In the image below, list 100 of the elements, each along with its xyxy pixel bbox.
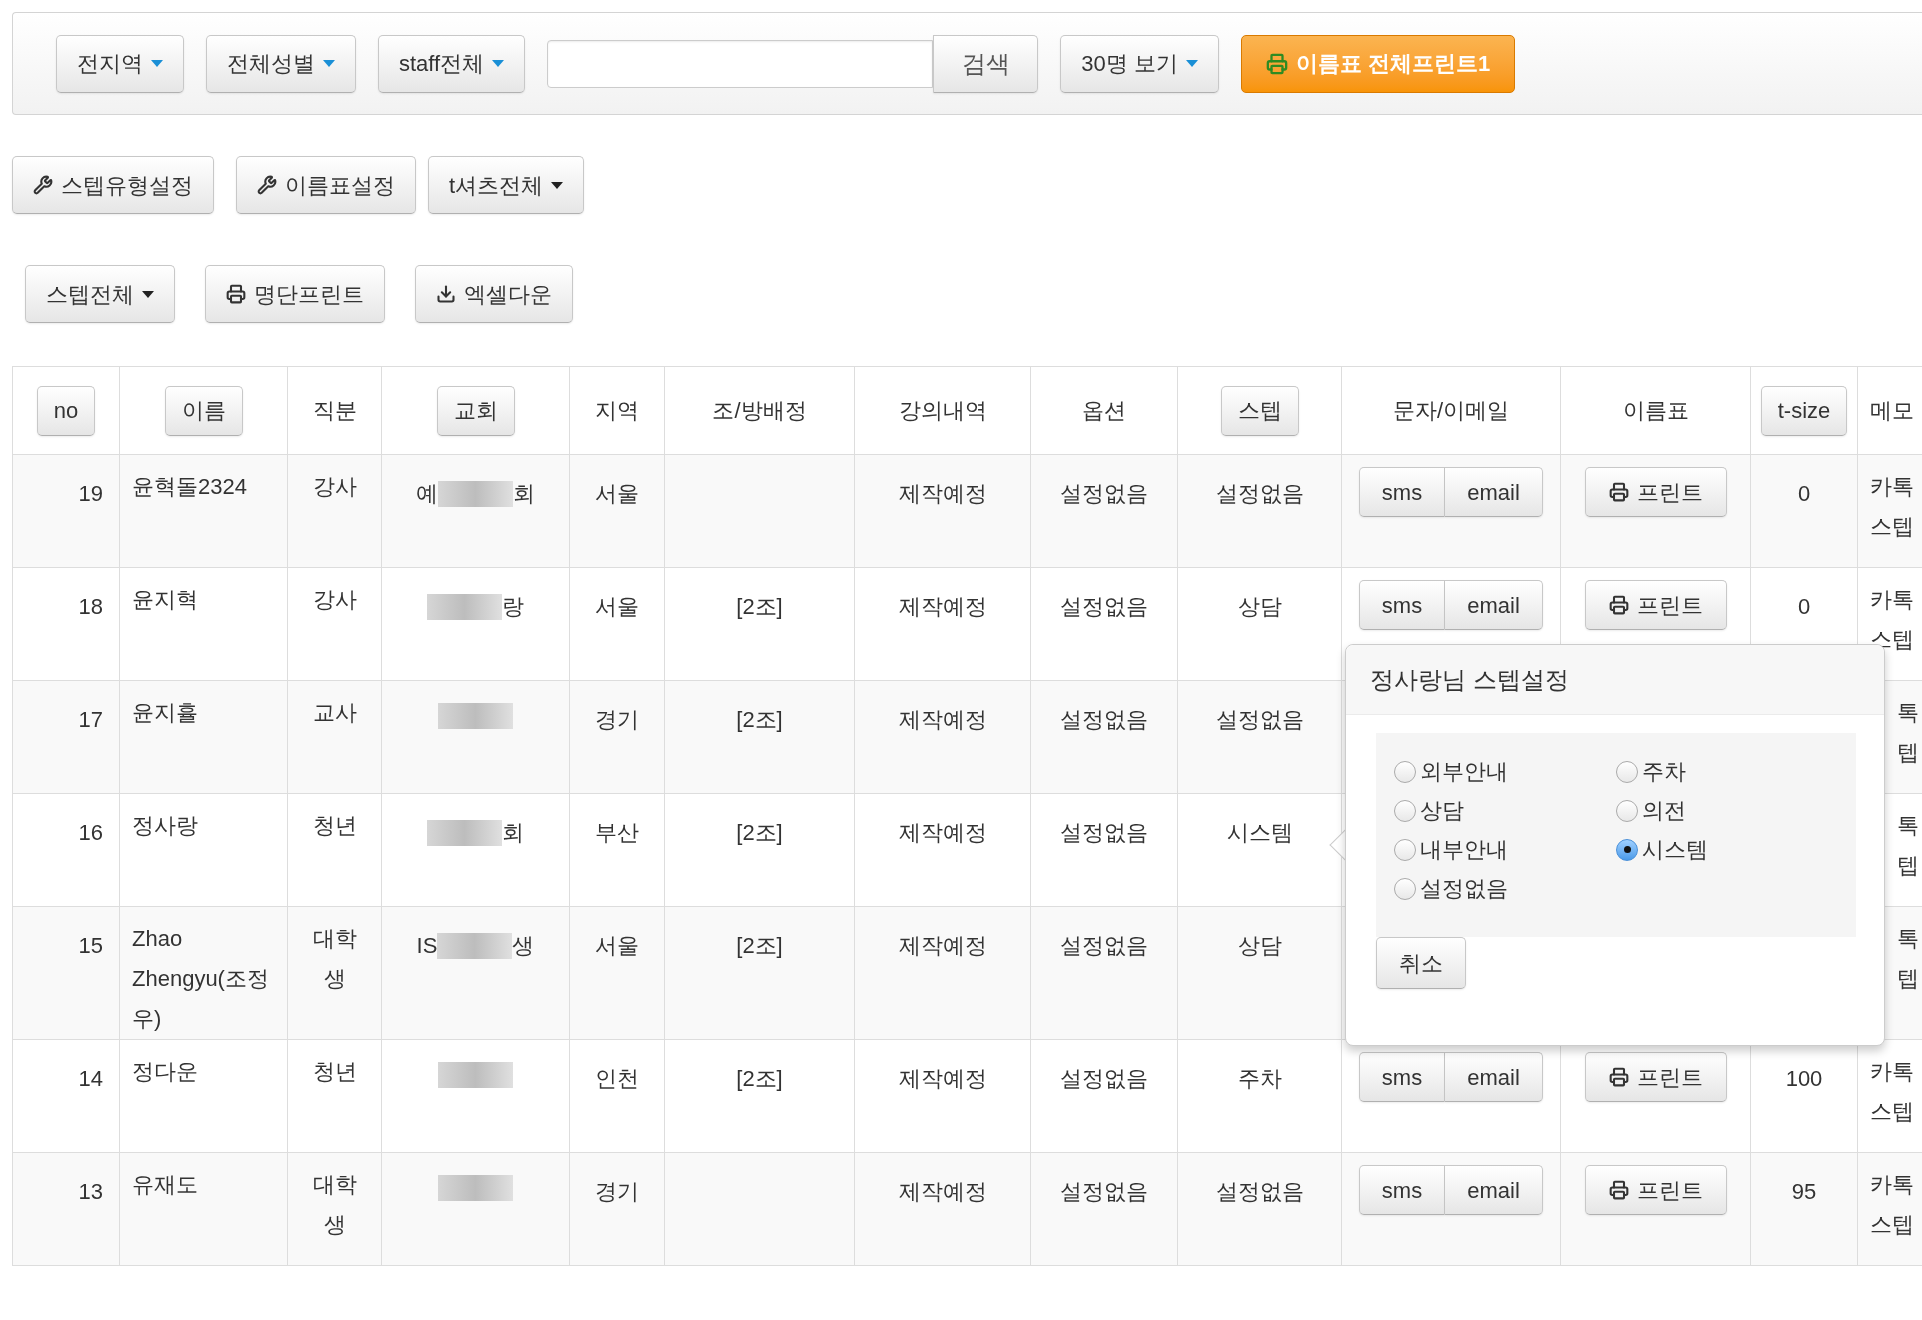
dropdown-button[interactable]: staff전체: [378, 34, 526, 93]
column-header: 조/방배정: [712, 398, 807, 423]
column-header: 문자/이메일: [1392, 398, 1510, 423]
popover-title: 정사랑님 스텝설정: [1370, 664, 1569, 695]
radio-option[interactable]: 주차: [1616, 755, 1686, 788]
memo-text: 카톡: [1870, 1059, 1914, 1084]
sms-button[interactable]: sms: [1359, 467, 1445, 517]
step-text: 상담: [1237, 933, 1282, 958]
name-text: 윤지휼: [132, 700, 198, 725]
name-text: 유재도: [132, 1172, 198, 1197]
row-number: 14: [78, 1066, 103, 1091]
radio-button[interactable]: [1616, 760, 1638, 783]
sms-button[interactable]: sms: [1359, 1052, 1445, 1102]
sort-button[interactable]: 이름: [164, 385, 243, 436]
sms-button[interactable]: sms: [1359, 1165, 1445, 1215]
memo-text: 카톡: [1870, 1172, 1914, 1197]
memo-text: 텝: [1896, 740, 1919, 765]
printer-icon: [1608, 595, 1629, 615]
radio-button[interactable]: [1394, 838, 1416, 861]
sort-button[interactable]: 스텝: [1220, 385, 1299, 436]
printer-icon: [1265, 52, 1288, 75]
memo-text: 카톡: [1870, 587, 1914, 612]
toolbar-button[interactable]: 스텝유형설정: [12, 156, 214, 214]
sort-button[interactable]: 교회: [436, 385, 515, 436]
column-header: 메모: [1870, 398, 1914, 423]
email-button[interactable]: email: [1445, 467, 1543, 517]
option-text: 설정없음: [1060, 481, 1148, 506]
cancel-button[interactable]: 취소: [1376, 937, 1466, 989]
option-text: 설정없음: [1060, 820, 1148, 845]
dropdown-button[interactable]: 전체성별: [206, 34, 356, 93]
row-number: 15: [78, 933, 103, 958]
sms-button[interactable]: sms: [1359, 580, 1445, 630]
memo-text: 스텝: [1870, 627, 1914, 652]
toolbar-button[interactable]: 명단프린트: [205, 265, 385, 323]
dropdown-button[interactable]: 스텝전체: [25, 265, 175, 323]
print-button[interactable]: 프린트: [1584, 580, 1727, 630]
print-button[interactable]: 프린트: [1584, 467, 1727, 517]
radio-option[interactable]: 상담: [1394, 794, 1464, 827]
column-header: 직분: [312, 398, 357, 423]
email-button[interactable]: email: [1445, 1052, 1543, 1102]
toolbar-button[interactable]: 이름표설정: [236, 156, 416, 214]
dropdown-button[interactable]: 30명 보기: [1060, 34, 1219, 93]
name-text: 윤지혁: [132, 587, 198, 612]
name-text: 정다운: [132, 1059, 198, 1084]
dropdown-button[interactable]: t셔츠전체: [428, 156, 585, 214]
radio-option[interactable]: 의전: [1616, 794, 1686, 827]
email-button[interactable]: email: [1445, 580, 1543, 630]
radio-button[interactable]: [1616, 799, 1638, 822]
tsize-text: 100: [1785, 1066, 1823, 1091]
step-text: 주차: [1237, 1066, 1282, 1091]
role-text: 강사: [312, 473, 357, 501]
step-text: 설정없음: [1215, 481, 1304, 506]
radio-button[interactable]: [1616, 838, 1638, 861]
radio-option[interactable]: 내부안내: [1394, 833, 1508, 866]
region-text: 경기: [595, 707, 639, 732]
column-header: 옵션: [1082, 398, 1126, 423]
sort-button[interactable]: no: [36, 385, 96, 436]
group-text: [2조]: [736, 1066, 783, 1091]
role-text: 강사: [312, 586, 357, 614]
column-header: 지역: [595, 398, 639, 423]
print-button[interactable]: 프린트: [1584, 1052, 1727, 1102]
email-button[interactable]: email: [1445, 1165, 1543, 1215]
column-header: 강의내역: [898, 398, 987, 423]
memo-text: 톡: [1896, 926, 1919, 951]
tsize-text: 0: [1797, 481, 1811, 506]
print-button[interactable]: 프린트: [1584, 1165, 1727, 1215]
search-button[interactable]: 검색: [933, 34, 1039, 93]
printer-icon: [1608, 482, 1629, 502]
step-text: 시스템: [1226, 820, 1293, 845]
radio-option[interactable]: 외부안내: [1394, 755, 1508, 788]
lecture-text: 제작예정: [898, 594, 987, 619]
memo-text: 톡: [1896, 700, 1919, 725]
lecture-text: 제작예정: [898, 820, 987, 845]
church-text: 생: [512, 932, 535, 960]
group-text: [2조]: [736, 820, 783, 845]
radio-option[interactable]: 시스템: [1616, 833, 1708, 866]
radio-button[interactable]: [1394, 877, 1416, 900]
group-text: [2조]: [736, 594, 783, 619]
role-text: 청년: [312, 812, 357, 840]
wrench-icon: [257, 175, 277, 195]
option-text: 설정없음: [1060, 594, 1148, 619]
caret-icon: [551, 181, 564, 189]
region-text: 서울: [595, 933, 639, 958]
search-field[interactable]: [547, 39, 934, 88]
name-text: Zhao Zhengyu(조정우): [132, 926, 269, 1031]
sort-button[interactable]: t-size: [1760, 385, 1848, 436]
memo-text: 텝: [1896, 853, 1919, 878]
memo-text: 톡: [1896, 813, 1919, 838]
radio-option[interactable]: 설정없음: [1394, 872, 1508, 905]
caret-icon: [151, 60, 163, 67]
radio-button[interactable]: [1394, 760, 1416, 783]
dropdown-button[interactable]: 전지역: [56, 34, 184, 93]
region-text: 경기: [595, 1179, 639, 1204]
toolbar-button[interactable]: 엑셀다운: [415, 265, 573, 323]
radio-button[interactable]: [1394, 799, 1416, 822]
region-text: 인천: [595, 1066, 639, 1091]
lecture-text: 제작예정: [898, 1179, 987, 1204]
region-text: 서울: [595, 481, 639, 506]
memo-text: 스텝: [1870, 1212, 1914, 1237]
caret-icon: [492, 60, 505, 67]
